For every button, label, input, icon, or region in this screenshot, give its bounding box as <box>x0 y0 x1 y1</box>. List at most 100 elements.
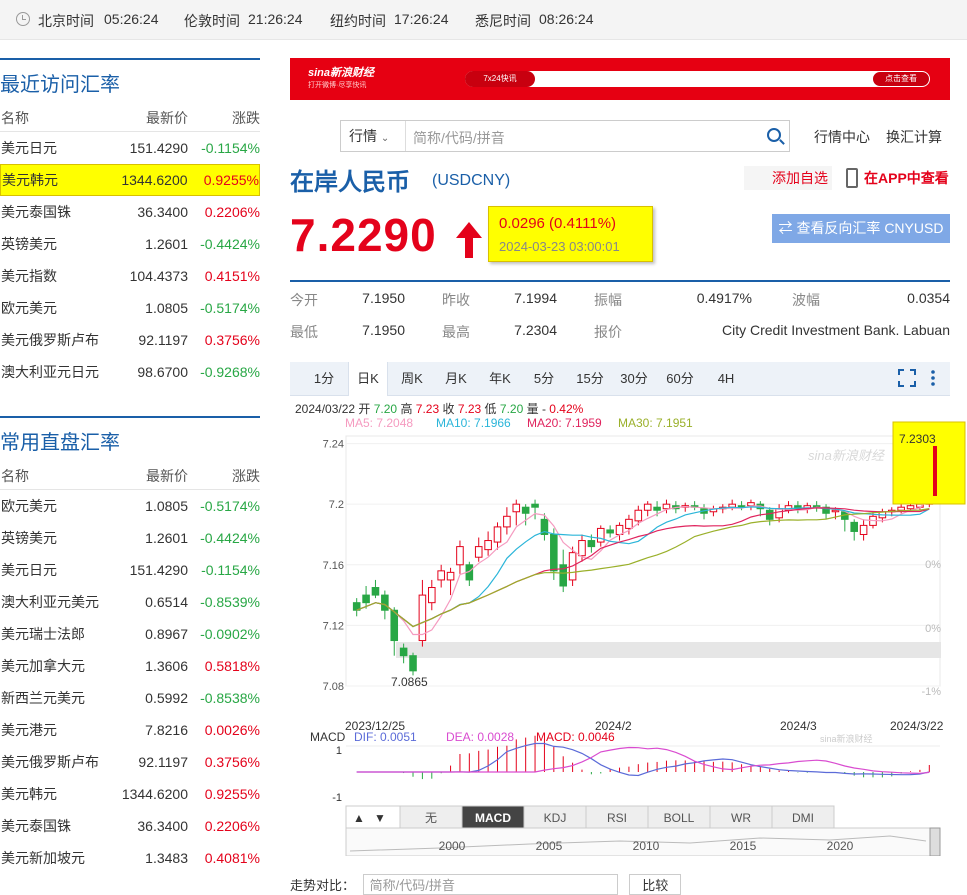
rate-row[interactable]: 美元加拿大元 1.3606 0.5818% <box>0 650 260 682</box>
kline-chart[interactable]: 2024/03/22 开 7.20 高 7.23 收 7.23 低 7.20 量… <box>290 396 967 856</box>
period-tab[interactable]: 5分 <box>524 362 564 396</box>
pair-name[interactable]: 美元港元 <box>0 720 108 740</box>
pair-name[interactable]: 澳大利亚元日元 <box>0 362 108 382</box>
pair-change: -0.4424% <box>200 236 260 252</box>
rate-row[interactable]: 欧元美元 1.0805 -0.5174% <box>0 292 260 324</box>
phone-icon <box>846 168 858 188</box>
pair-name[interactable]: 美元日元 <box>0 560 108 580</box>
rate-row[interactable]: 美元泰国铢 36.3400 0.2206% <box>0 196 260 228</box>
fullscreen-icon[interactable] <box>898 369 916 387</box>
indicator-tab-label[interactable]: BOLL <box>664 811 695 825</box>
overview-handle[interactable] <box>929 827 941 856</box>
add-favorite-button[interactable]: 添加自选 <box>744 166 832 190</box>
rate-row[interactable]: 美元韩元 1344.6200 0.9255% <box>0 778 260 810</box>
pair-name[interactable]: 美元韩元 <box>1 170 108 190</box>
pair-name[interactable]: 美元俄罗斯卢布 <box>0 752 108 772</box>
search-input[interactable]: 简称/代码/拼音 <box>413 128 505 148</box>
converter-link[interactable]: 换汇计算 <box>886 127 942 147</box>
pair-name[interactable]: 新西兰元美元 <box>0 688 108 708</box>
indicator-tab-label[interactable]: RSI <box>607 811 627 825</box>
rate-row[interactable]: 美元指数 104.4373 0.4151% <box>0 260 260 292</box>
rate-row[interactable]: 美元韩元 1344.6200 0.9255% <box>0 164 260 196</box>
rate-row[interactable]: 美元港元 7.8216 0.0026% <box>0 714 260 746</box>
pair-price: 36.3400 <box>137 204 188 220</box>
pair-name[interactable]: 美元新加坡元 <box>0 848 108 868</box>
pair-name[interactable]: 美元韩元 <box>0 784 108 804</box>
pair-price: 1.3606 <box>145 658 188 674</box>
rate-row[interactable]: 英镑美元 1.2601 -0.4424% <box>0 228 260 260</box>
x-tick-label: 2024/3 <box>780 719 817 733</box>
rate-row[interactable]: 美元俄罗斯卢布 92.1197 0.3756% <box>0 324 260 356</box>
pair-change: 0.3756% <box>204 332 260 348</box>
candle-body <box>456 546 464 566</box>
pair-price: 92.1197 <box>138 332 188 348</box>
macd-dea-line <box>356 746 930 774</box>
market-center-link[interactable]: 行情中心 <box>814 127 870 147</box>
period-tab[interactable]: 月K <box>436 362 476 396</box>
indicator-tab-label[interactable]: 无 <box>425 811 437 825</box>
compare-input[interactable]: 简称/代码/拼音 <box>362 874 618 895</box>
pair-name[interactable]: 美元泰国铢 <box>0 202 108 222</box>
watermark: sina新浪财经 <box>808 448 886 463</box>
period-tabs: 1分 日K 周K 月K 年K 5分 15分 30分 60分 4H <box>290 362 950 396</box>
search-icon[interactable] <box>767 128 781 142</box>
pair-name[interactable]: 美元日元 <box>0 138 108 158</box>
pair-change: -0.9268% <box>200 364 260 380</box>
rate-row[interactable]: 新西兰元美元 0.5992 -0.8538% <box>0 682 260 714</box>
search-box: 行情 ⌄ 简称/代码/拼音 <box>340 120 790 152</box>
market-select[interactable]: 行情 ⌄ <box>341 121 406 151</box>
pair-name[interactable]: 美元泰国铢 <box>0 816 108 836</box>
pair-name[interactable]: 英镑美元 <box>0 234 108 254</box>
pair-name[interactable]: 美元加拿大元 <box>0 656 108 676</box>
period-tab[interactable]: 15分 <box>570 362 610 396</box>
pair-name[interactable]: 美元瑞士法郎 <box>0 624 108 644</box>
chevron-down-icon: ⌄ <box>380 133 390 144</box>
compare-button[interactable]: 比较 <box>629 874 682 895</box>
candle-body <box>493 526 502 543</box>
reverse-rate-button[interactable]: ⇄ 查看反向汇率 CNYUSD <box>772 214 950 243</box>
pair-name[interactable]: 美元俄罗斯卢布 <box>0 330 108 350</box>
pair-name[interactable]: 英镑美元 <box>0 528 108 548</box>
more-options-icon[interactable] <box>928 369 938 387</box>
pair-name[interactable]: 美元指数 <box>0 266 108 286</box>
rate-row[interactable]: 美元新加坡元 1.3483 0.4081% <box>0 842 260 874</box>
rate-row[interactable]: 英镑美元 1.2601 -0.4424% <box>0 522 260 554</box>
banner-button[interactable]: 点击查看 <box>872 71 930 87</box>
indicator-tab-label[interactable]: KDJ <box>544 811 567 825</box>
indicator-tab-label[interactable]: MACD <box>475 811 511 825</box>
period-tab[interactable]: 日K <box>348 362 388 396</box>
pair-change: 0.0026% <box>204 722 260 738</box>
open-in-app-link[interactable]: 在APP中查看 <box>864 168 949 188</box>
pair-name[interactable]: 欧元美元 <box>0 298 108 318</box>
period-tab[interactable]: 60分 <box>660 362 700 396</box>
rate-row[interactable]: 美元日元 151.4290 -0.1154% <box>0 554 260 586</box>
candle-body <box>859 524 868 535</box>
pair-name[interactable]: 欧元美元 <box>0 496 108 516</box>
rate-row[interactable]: 美元日元 151.4290 -0.1154% <box>0 132 260 164</box>
period-tab[interactable]: 年K <box>480 362 520 396</box>
pair-name[interactable]: 澳大利亚元美元 <box>0 592 108 612</box>
macd-label: MACD <box>310 730 346 744</box>
rate-row[interactable]: 美元俄罗斯卢布 92.1197 0.3756% <box>0 746 260 778</box>
column-header: 最新价 <box>146 109 188 126</box>
column-header: 名称 <box>1 467 29 484</box>
rate-row[interactable]: 澳大利亚元美元 0.6514 -0.8539% <box>0 586 260 618</box>
indicator-tab-label[interactable]: DMI <box>792 811 814 825</box>
price-change: 0.0296 (0.4111%) <box>499 215 617 232</box>
ad-banner[interactable]: sina新浪财经 打开微博·尽享快讯 7x24快讯 点击查看 <box>290 58 950 100</box>
candle-body <box>371 587 380 596</box>
period-tab[interactable]: 周K <box>392 362 432 396</box>
period-tab[interactable]: 4H <box>706 362 746 396</box>
period-tab[interactable]: 30分 <box>614 362 654 396</box>
candle-body <box>503 515 511 528</box>
period-tab[interactable]: 1分 <box>304 362 344 396</box>
overview-year-label: 2000 <box>439 839 466 853</box>
swap-icon: ⇄ <box>778 220 797 236</box>
indicator-tab-label[interactable]: WR <box>731 811 751 825</box>
rate-row[interactable]: 美元瑞士法郎 0.8967 -0.0902% <box>0 618 260 650</box>
stat-label: 报价 <box>594 324 622 340</box>
rate-row[interactable]: 美元泰国铢 36.3400 0.2206% <box>0 810 260 842</box>
compare-label: 走势对比： <box>290 878 356 893</box>
rate-row[interactable]: 澳大利亚元日元 98.6700 -0.9268% <box>0 356 260 388</box>
rate-row[interactable]: 欧元美元 1.0805 -0.5174% <box>0 490 260 522</box>
